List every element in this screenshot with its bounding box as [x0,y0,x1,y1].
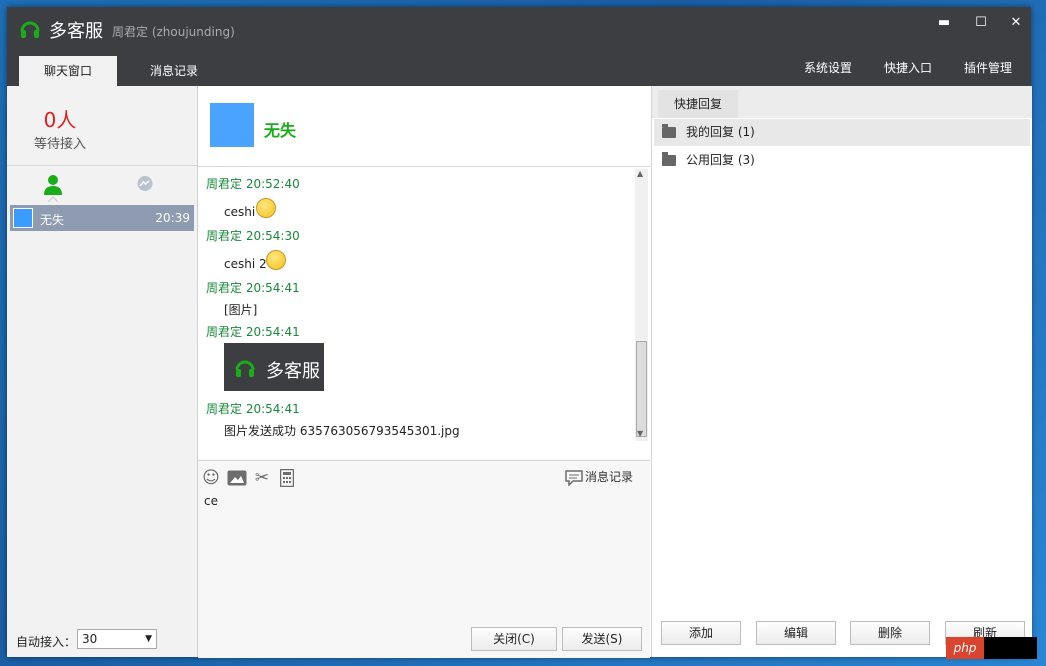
maximize-button[interactable]: ☐ [969,13,993,33]
contact-name: 无失 [264,121,297,140]
tab-message-history[interactable]: 消息记录 [125,56,223,86]
message-text: ceshi 2 [224,257,267,271]
message-meta: 周君定 20:54:41 [206,281,300,295]
messenger-icon[interactable] [136,175,154,193]
edit-reply-button[interactable]: 编辑 [756,621,836,645]
message-history-icon [565,469,583,487]
avatar [13,208,33,228]
session-sidebar: 0人 等待接入 无失 20:39 自动接入： 30 ▼ [7,86,198,657]
message-input[interactable]: ce [204,494,218,508]
send-button[interactable]: 发送(S) [562,627,642,651]
scroll-up-icon[interactable]: ▲ [637,169,643,178]
active-tab-caret-icon [48,196,58,202]
message-meta: 周君定 20:54:41 [206,325,300,339]
headset-logo-icon [235,360,255,377]
chat-header: 无失 [198,86,650,167]
message-history-button[interactable]: 消息记录 [565,468,634,487]
auto-accept-select[interactable]: 30 ▼ [77,629,157,649]
watermark-text: php [946,637,984,659]
add-reply-button[interactable]: 添加 [661,621,741,645]
chat-panel: 无失 周君定 20:52:40 ceshi 周君定 20:54:30 ceshi… [198,86,650,658]
message-meta: 周君定 20:54:30 [206,229,300,243]
minimize-button[interactable]: ▬ [932,13,956,33]
headset-logo-icon [20,21,40,38]
message-text: ceshi [224,205,256,219]
session-time: 20:39 [155,211,190,225]
auto-accept-label: 自动接入： [16,635,77,649]
screenshot-scissors-icon[interactable]: ✂ [252,468,272,488]
image-message[interactable]: 多客服 [224,343,324,391]
message-meta: 周君定 20:54:41 [206,402,300,416]
waiting-label: 等待接入 [33,137,86,152]
session-list-item[interactable]: 无失 20:39 [10,205,194,231]
app-window: 多客服 周君定 (zhoujunding) ▬ ☐ ✕ 聊天窗口 消息记录 系统… [7,7,1032,658]
contact-avatar [210,103,254,147]
message-list[interactable]: 周君定 20:52:40 ceshi 周君定 20:54:30 ceshi 2 … [198,167,650,459]
tab-chat-window[interactable]: 聊天窗口 [19,56,117,86]
compose-area: ☺ ✂ 消息记录 ce 关闭(C) 发送(S) [198,460,650,658]
folder-icon [662,124,676,138]
current-user: 周君定 (zhoujunding) [112,25,235,39]
session-name: 无失 [40,213,65,227]
dropdown-arrow-icon: ▼ [145,634,152,644]
message-meta: 周君定 20:52:40 [206,177,300,191]
smile-emoji-icon [256,198,276,218]
scroll-down-icon[interactable]: ▼ [637,429,643,438]
auto-accept-value: 30 [82,632,98,646]
blush-emoji-icon [266,250,286,270]
reply-group-label: 公用回复 (3) [686,153,755,167]
app-title: 多客服 [49,21,103,42]
current-sessions-icon[interactable] [43,174,63,196]
delete-reply-button[interactable]: 删除 [850,621,930,645]
close-chat-button[interactable]: 关闭(C) [471,627,557,651]
reply-group-label: 我的回复 (1) [686,125,755,139]
php-watermark: php [946,637,1037,659]
divider [7,165,197,166]
message-text: 图片发送成功 635763056793545301.jpg [224,424,460,438]
image-icon[interactable] [227,470,247,486]
title-bar[interactable]: 多客服 周君定 (zhoujunding) ▬ ☐ ✕ 聊天窗口 消息记录 系统… [7,7,1031,86]
image-caption: 多客服 [266,361,320,382]
emoji-icon[interactable]: ☺ [201,468,221,488]
close-window-button[interactable]: ✕ [1004,13,1028,33]
quick-reply-tabbar: 快捷回复 [652,86,1032,118]
waiting-count: 0人 [43,108,77,132]
message-text: [图片] [224,303,258,317]
scrollbar-thumb[interactable] [636,341,647,437]
calculator-icon[interactable] [280,469,294,487]
menu-quick-entry[interactable]: 快捷入口 [884,59,932,76]
reply-group-public[interactable]: 公用回复 (3) [654,147,1030,174]
folder-icon [662,152,676,166]
menu-system-settings[interactable]: 系统设置 [804,59,852,76]
tab-quick-reply[interactable]: 快捷回复 [658,90,738,118]
quick-reply-panel: 快捷回复 我的回复 (1) 公用回复 (3) 添加 编辑 删除 刷新 [651,86,1032,657]
reply-group-mine[interactable]: 我的回复 (1) [654,119,1030,146]
message-history-label: 消息记录 [585,470,634,484]
menu-plugin-management[interactable]: 插件管理 [964,59,1012,76]
